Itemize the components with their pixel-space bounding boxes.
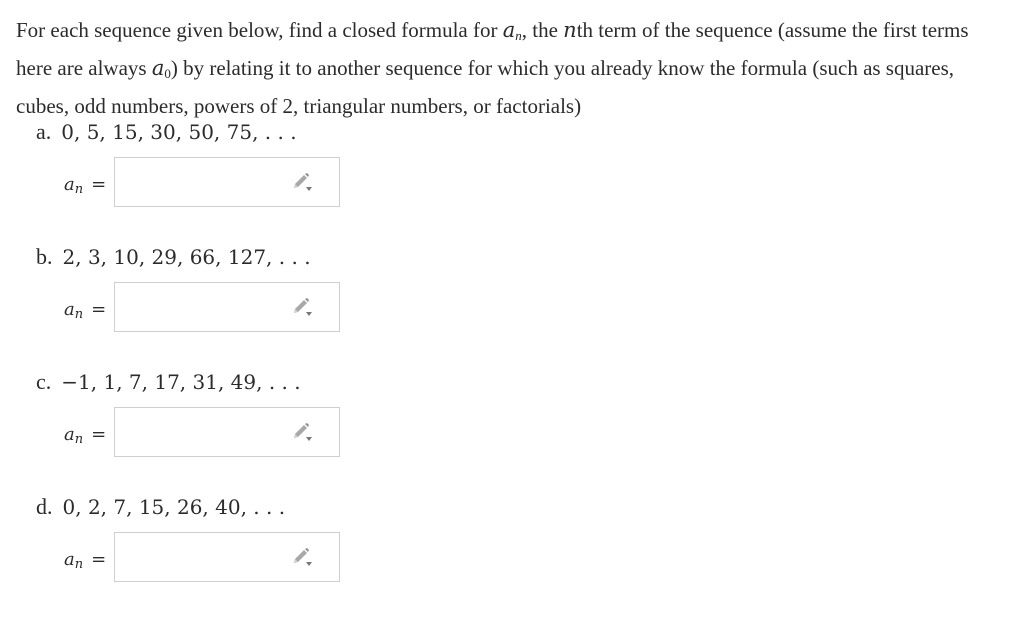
prompt-text-1: For each sequence given below, find a cl…: [16, 18, 503, 42]
equals-sign: =: [91, 424, 107, 445]
part-c-heading: c. −1, 1, 7, 17, 31, 49, . . .: [36, 367, 301, 397]
part-c: c. −1, 1, 7, 17, 31, 49, . . . an =: [0, 367, 1024, 467]
pencil-dropdown-icon[interactable]: [291, 423, 315, 443]
part-d-letter: d.: [36, 494, 53, 519]
question-prompt: For each sequence given below, find a cl…: [16, 14, 1006, 122]
answer-var: a: [64, 424, 75, 445]
part-d-answer-box[interactable]: [114, 532, 340, 582]
part-c-answer-label: an =: [64, 423, 106, 452]
part-c-answer-input[interactable]: [121, 416, 285, 450]
prompt-nth-var: n: [563, 18, 577, 42]
answer-var-sub: n: [74, 307, 84, 322]
answer-var: a: [64, 549, 75, 570]
prompt-text-2: , the: [521, 18, 564, 42]
part-b-answer-box[interactable]: [114, 282, 340, 332]
answer-var-sub: n: [74, 432, 84, 447]
part-c-sequence: −1, 1, 7, 17, 31, 49, . . .: [61, 370, 301, 394]
part-c-answer-box[interactable]: [114, 407, 340, 457]
part-b-answer-label: an =: [64, 298, 106, 327]
part-d: d. 0, 2, 7, 15, 26, 40, . . . an =: [0, 492, 1024, 592]
answer-var-sub: n: [74, 182, 84, 197]
prompt-var: a: [502, 18, 516, 42]
pencil-dropdown-icon[interactable]: [291, 173, 315, 193]
answer-var: a: [64, 299, 75, 320]
part-d-answer-input[interactable]: [121, 541, 285, 575]
equals-sign: =: [91, 549, 107, 570]
part-b: b. 2, 3, 10, 29, 66, 127, . . . an =: [0, 242, 1024, 342]
part-d-heading: d. 0, 2, 7, 15, 26, 40, . . .: [36, 492, 285, 522]
part-d-sequence: 0, 2, 7, 15, 26, 40, . . .: [62, 495, 286, 519]
part-d-answer-label: an =: [64, 548, 106, 577]
part-a-answer-label: an =: [64, 173, 106, 202]
part-a: a. 0, 5, 15, 30, 50, 75, . . . an =: [0, 117, 1024, 217]
answer-var-sub: n: [74, 557, 84, 572]
part-b-letter: b.: [36, 244, 53, 269]
part-b-heading: b. 2, 3, 10, 29, 66, 127, . . .: [36, 242, 311, 272]
part-a-answer-input[interactable]: [121, 166, 285, 200]
pencil-dropdown-icon[interactable]: [291, 298, 315, 318]
equals-sign: =: [91, 299, 107, 320]
answer-var: a: [64, 174, 75, 195]
part-a-heading: a. 0, 5, 15, 30, 50, 75, . . .: [36, 117, 297, 147]
part-a-answer-box[interactable]: [114, 157, 340, 207]
part-a-letter: a.: [36, 119, 52, 144]
pencil-dropdown-icon[interactable]: [291, 548, 315, 568]
part-a-sequence: 0, 5, 15, 30, 50, 75, . . .: [61, 120, 297, 144]
part-c-letter: c.: [36, 369, 52, 394]
part-b-sequence: 2, 3, 10, 29, 66, 127, . . .: [62, 245, 311, 269]
equals-sign: =: [91, 174, 107, 195]
part-b-answer-input[interactable]: [121, 291, 285, 325]
prompt-zero-var: a: [151, 56, 165, 80]
